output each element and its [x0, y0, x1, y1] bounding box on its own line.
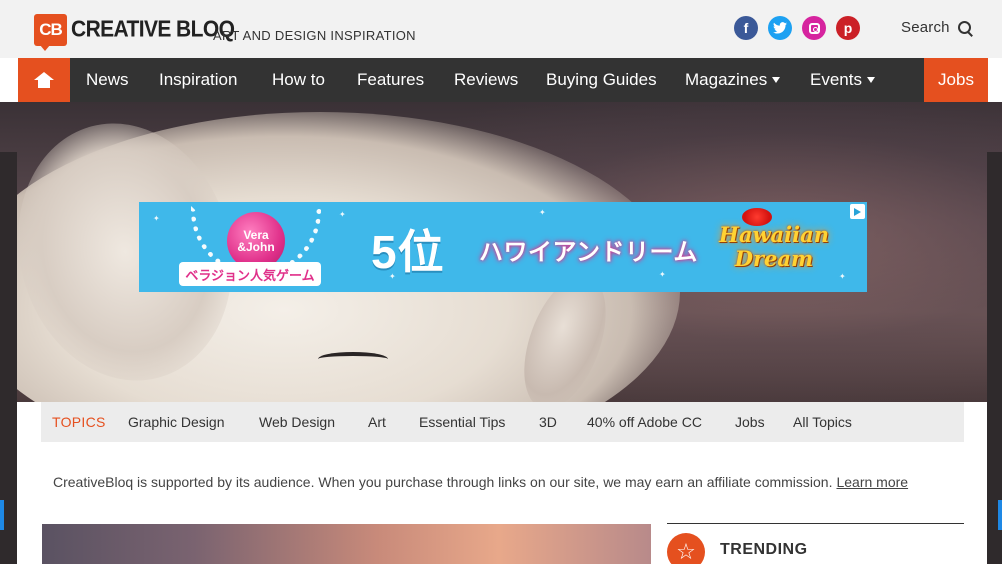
search-button[interactable]: Search: [901, 19, 972, 36]
jobs-button[interactable]: Jobs: [924, 58, 988, 102]
nav-item-how-to[interactable]: How to: [272, 58, 325, 102]
topic-graphic-design[interactable]: Graphic Design: [128, 402, 225, 442]
facebook-glyph: f: [743, 20, 749, 36]
pinterest-icon[interactable]: p: [836, 16, 860, 40]
ad-game-line1: Hawaiian: [719, 222, 829, 247]
nav-item-magazines-label: Magazines: [685, 70, 768, 89]
caret-down-icon: [772, 77, 781, 83]
ad-headline: ハワイアンドリーム: [479, 239, 698, 266]
nav-item-magazines[interactable]: Magazines: [685, 58, 781, 102]
sparkle-icon: ✦: [339, 210, 346, 219]
search-label: Search: [901, 19, 950, 36]
search-icon: [957, 20, 972, 35]
nav-item-buying-guides[interactable]: Buying Guides: [546, 58, 657, 102]
site-logo[interactable]: CB CREATIVE BLOQ: [34, 14, 235, 51]
hibiscus-icon: [742, 208, 772, 226]
hero-dog-eye: [318, 352, 388, 366]
logo-text: CREATIVE BLOQ: [71, 17, 235, 42]
trending-heading: TRENDING: [720, 541, 808, 558]
affiliate-text: CreativeBloq is supported by its audienc…: [53, 474, 833, 490]
home-button[interactable]: [18, 58, 70, 102]
ad-game-line2: Dream: [734, 246, 814, 271]
ad-game-logo: Hawaiian Dream: [714, 208, 834, 286]
topic-web-design[interactable]: Web Design: [259, 402, 335, 442]
nav-item-events-label: Events: [810, 70, 862, 89]
nav-item-events[interactable]: Events: [810, 58, 875, 102]
ad-brand-line2: &John: [237, 240, 275, 254]
topics-bar: TOPICS Graphic Design Web Design Art Ess…: [41, 402, 964, 442]
sparkle-icon: ✦: [839, 272, 846, 281]
topic-art[interactable]: Art: [368, 402, 386, 442]
instagram-icon[interactable]: [802, 16, 826, 40]
sparkle-icon: ✦: [539, 208, 546, 217]
main-nav: News Inspiration How to Features Reviews…: [18, 58, 988, 102]
topic-all-topics[interactable]: All Topics: [793, 402, 852, 442]
ad-rank: 5位: [371, 226, 445, 278]
advertisement-banner[interactable]: ✦ ✦ ✦ ✦ ✦ ✦ Vera &John ベラジョン人気ゲーム 5位 ハワイ…: [139, 202, 867, 292]
topic-adobe-cc[interactable]: 40% off Adobe CC: [587, 402, 702, 442]
right-side-tab[interactable]: [998, 500, 1002, 530]
learn-more-link[interactable]: Learn more: [836, 474, 908, 490]
twitter-icon[interactable]: [768, 16, 792, 40]
nav-item-inspiration[interactable]: Inspiration: [159, 58, 237, 102]
logo-mark: CB: [34, 14, 67, 51]
topic-3d[interactable]: 3D: [539, 402, 557, 442]
adchoices-icon[interactable]: [850, 204, 865, 219]
twitter-bird-icon: [773, 22, 787, 34]
featured-article-image[interactable]: [42, 524, 651, 564]
trending-divider: [667, 523, 964, 524]
pinterest-glyph: p: [843, 20, 853, 36]
nav-item-news[interactable]: News: [86, 58, 129, 102]
site-header: CB CREATIVE BLOQ ART AND DESIGN INSPIRAT…: [0, 0, 1002, 58]
caret-down-icon: [866, 77, 875, 83]
star-icon: ☆: [667, 533, 705, 564]
left-side-tab[interactable]: [0, 500, 4, 530]
topic-jobs[interactable]: Jobs: [735, 402, 765, 442]
home-icon: [34, 72, 54, 88]
affiliate-disclosure: CreativeBloq is supported by its audienc…: [53, 474, 908, 490]
site-tagline: ART AND DESIGN INSPIRATION: [213, 28, 416, 43]
sparkle-icon: ✦: [153, 214, 160, 223]
instagram-glyph: [808, 22, 820, 34]
sparkle-icon: ✦: [659, 270, 666, 279]
ad-ribbon: ベラジョン人気ゲーム: [179, 262, 321, 286]
nav-item-reviews[interactable]: Reviews: [454, 58, 518, 102]
topic-essential-tips[interactable]: Essential Tips: [419, 402, 505, 442]
facebook-icon[interactable]: f: [734, 16, 758, 40]
topics-label: TOPICS: [52, 414, 106, 430]
nav-item-features[interactable]: Features: [357, 58, 424, 102]
